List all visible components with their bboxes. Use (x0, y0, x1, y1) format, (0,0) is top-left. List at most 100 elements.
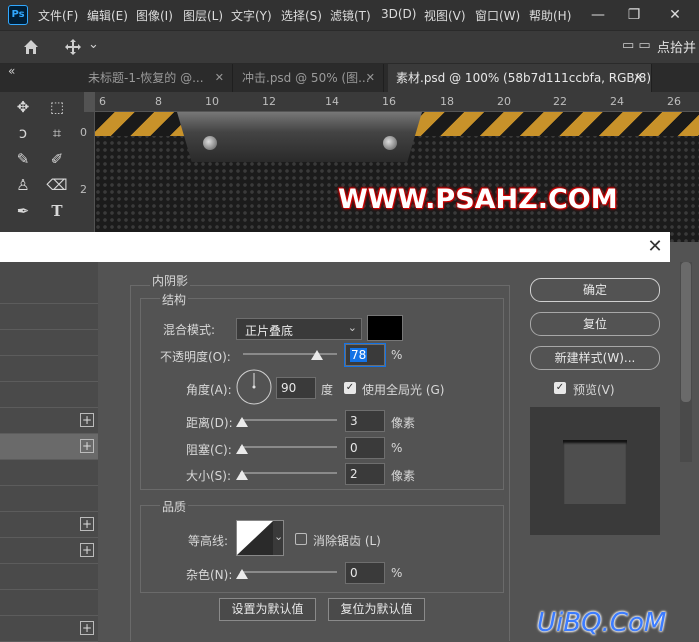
list-item[interactable]: + (0, 512, 98, 538)
ruler-tick: 18 (440, 95, 454, 108)
stamp-tool-icon[interactable]: ♙ (10, 172, 36, 198)
add-icon[interactable]: + (80, 413, 94, 427)
antialias-label[interactable]: 消除锯齿 (L) (313, 532, 381, 549)
scrollbar-thumb[interactable] (681, 262, 691, 402)
set-default-button[interactable]: 设置为默认值 (219, 598, 316, 621)
choke-unit: % (391, 441, 403, 455)
distance-slider-thumb[interactable] (236, 417, 248, 427)
choke-slider[interactable] (240, 446, 337, 448)
reset-button[interactable]: 复位 (530, 312, 660, 336)
list-item[interactable] (0, 486, 98, 512)
angle-input[interactable]: 90 (276, 377, 316, 399)
size-input[interactable]: 2 (345, 463, 385, 485)
ok-button[interactable]: 确定 (530, 278, 660, 302)
size-slider-thumb[interactable] (236, 470, 248, 480)
menu-window[interactable]: 窗口(W) (475, 7, 520, 24)
preview-checkbox[interactable]: ✓ (554, 382, 566, 394)
home-icon[interactable] (22, 38, 40, 56)
menu-type[interactable]: 文字(Y) (231, 7, 272, 24)
section-title: 内阴影 (150, 272, 191, 289)
distance-input[interactable]: 3 (345, 410, 385, 432)
global-light-label[interactable]: 使用全局光 (G) (362, 381, 444, 398)
list-item[interactable] (0, 460, 98, 486)
type-tool-icon[interactable]: T (44, 198, 70, 224)
opacity-input[interactable]: 78 (345, 344, 385, 366)
tab-close-icon[interactable]: ✕ (366, 64, 375, 92)
list-item[interactable] (0, 382, 98, 408)
list-item[interactable]: + (0, 538, 98, 564)
list-item[interactable]: + (0, 434, 98, 460)
tab-close-icon[interactable]: ✕ (634, 64, 643, 92)
eraser-tool-icon[interactable]: ⌫ (44, 172, 70, 198)
screw-icon (203, 136, 217, 150)
blend-mode-select[interactable]: 正片叠底 ⌄ (236, 318, 362, 340)
opacity-slider-thumb[interactable] (311, 350, 323, 360)
noise-input[interactable]: 0 (345, 562, 385, 584)
eyedropper-tool-icon[interactable]: ✎ (10, 146, 36, 172)
canvas-watermark-text: WWW.PSAHZ.COM (338, 184, 618, 215)
contour-picker[interactable]: ⌄ (236, 520, 284, 556)
site-watermark: UiBQ.CoM (537, 608, 667, 638)
pen-tool-icon[interactable]: ✒ (10, 198, 36, 224)
add-icon[interactable]: + (80, 517, 94, 531)
tool-preset-dropdown-icon[interactable]: ⌄ (88, 37, 99, 52)
noise-slider-thumb[interactable] (236, 569, 248, 579)
move-tool-icon[interactable]: ✥ (10, 94, 36, 120)
menu-image[interactable]: 图像(I) (136, 7, 173, 24)
list-item[interactable] (0, 564, 98, 590)
antialias-checkbox[interactable] (295, 533, 307, 545)
tab-untitled[interactable]: 未标题-1-恢复的 @... ✕ (80, 64, 233, 92)
distance-slider[interactable] (240, 419, 337, 421)
menu-view[interactable]: 视图(V) (424, 7, 466, 24)
options-right-text[interactable]: 点拾并 (657, 37, 696, 56)
menu-file[interactable]: 文件(F) (38, 7, 78, 24)
shadow-color-swatch[interactable] (367, 315, 403, 341)
marquee-tool-icon[interactable]: ⬚ (44, 94, 70, 120)
menu-layer[interactable]: 图层(L) (183, 7, 223, 24)
restore-icon[interactable]: ❐ (614, 4, 654, 26)
reset-default-button[interactable]: 复位为默认值 (328, 598, 425, 621)
lasso-tool-icon[interactable]: ↄ (10, 120, 36, 146)
tab-close-icon[interactable]: ✕ (215, 64, 224, 92)
menu-edit[interactable]: 编辑(E) (87, 7, 128, 24)
ruler-tick: 22 (553, 95, 567, 108)
tab-chongji[interactable]: 冲击.psd @ 50% (图... ✕ (234, 64, 384, 92)
list-item[interactable] (0, 330, 98, 356)
dialog-close-icon[interactable]: ✕ (644, 236, 666, 258)
ruler-tick: 16 (382, 95, 396, 108)
options-bar (0, 30, 699, 64)
preview-label[interactable]: 预览(V) (573, 381, 615, 398)
choke-slider-thumb[interactable] (236, 444, 248, 454)
add-icon[interactable]: + (80, 439, 94, 453)
list-item[interactable] (0, 590, 98, 616)
noise-slider[interactable] (240, 571, 337, 573)
list-item[interactable]: + (0, 408, 98, 434)
blend-mode-label: 混合模式: (163, 323, 216, 337)
menu-select[interactable]: 选择(S) (281, 7, 322, 24)
list-item[interactable] (0, 356, 98, 382)
global-light-checkbox[interactable]: ✓ (344, 382, 356, 394)
add-icon[interactable]: + (80, 621, 94, 635)
window-close-icon[interactable]: ✕ (655, 4, 695, 26)
panel-collapse-icon[interactable]: « (8, 64, 15, 78)
choke-input[interactable]: 0 (345, 437, 385, 459)
brush-tool-icon[interactable]: ✐ (44, 146, 70, 172)
new-style-button[interactable]: 新建样式(W)... (530, 346, 660, 370)
tab-sucai[interactable]: 素材.psd @ 100% (58b7d111ccbfa, RGB/8) * ✕ (388, 64, 652, 92)
add-icon[interactable]: + (80, 543, 94, 557)
size-slider[interactable] (240, 472, 337, 474)
choke-label: 阻塞(C): (186, 443, 232, 457)
menu-3d[interactable]: 3D(D) (381, 7, 416, 21)
menu-filter[interactable]: 滤镜(T) (330, 7, 371, 24)
list-item[interactable]: + (0, 616, 98, 642)
move-icon[interactable] (64, 38, 82, 56)
angle-dial[interactable] (236, 369, 272, 405)
list-item[interactable] (0, 278, 98, 304)
photoshop-logo: Ps (8, 5, 28, 25)
document-canvas[interactable]: WWW.PSAHZ.COM (95, 112, 699, 242)
minimize-icon[interactable]: — (578, 4, 618, 26)
dialog-titlebar (0, 232, 670, 262)
list-item[interactable] (0, 304, 98, 330)
menu-help[interactable]: 帮助(H) (529, 7, 571, 24)
crop-tool-icon[interactable]: ⌗ (44, 120, 70, 146)
